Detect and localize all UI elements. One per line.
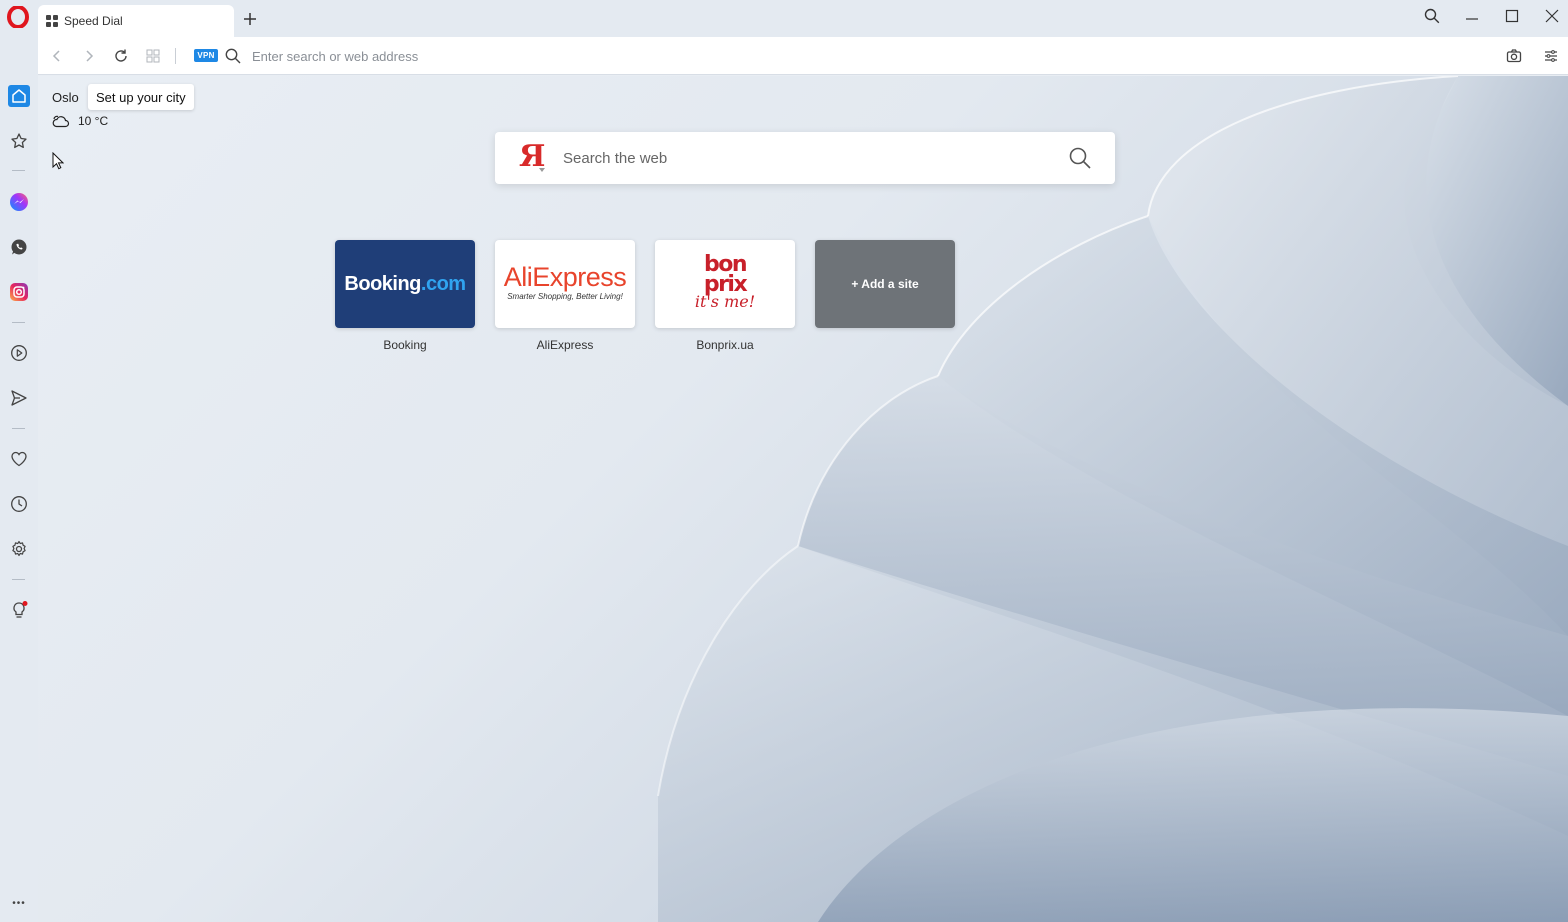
aliexpress-tagline: Smarter Shopping, Better Living! — [507, 292, 623, 301]
back-icon — [52, 50, 60, 62]
sidebar-item-tips[interactable] — [7, 598, 31, 622]
tips-bulb-icon — [13, 601, 28, 618]
weather-tooltip: Set up your city — [88, 84, 194, 110]
speed-dial-label-booking[interactable]: Booking — [335, 338, 475, 352]
speed-dial-tile-bonprix[interactable]: bon prix it's me! — [655, 240, 795, 328]
search-icon[interactable] — [1068, 146, 1092, 170]
close-icon — [1545, 9, 1559, 23]
heart-icon — [11, 451, 27, 467]
cloud-weather-icon — [52, 115, 70, 128]
history-icon — [11, 496, 27, 512]
window-search-button[interactable] — [1420, 6, 1444, 26]
search-icon — [225, 48, 241, 64]
speed-dial-tile-booking[interactable]: Booking.com — [335, 240, 475, 328]
add-site-label: + Add a site — [851, 277, 919, 291]
speed-dial-page: Oslo Set up your city 10 °C Я Booking.co… — [38, 76, 1568, 922]
sidebar-item-home[interactable] — [7, 84, 31, 108]
aliexpress-logo: AliExpress — [503, 262, 627, 292]
tab-speed-dial[interactable]: Speed Dial — [38, 5, 234, 37]
tabs-grid-button[interactable] — [143, 46, 163, 66]
bookmarks-icon — [11, 133, 27, 149]
booking-logo: Booking.com — [344, 272, 466, 295]
sidebar-item-player[interactable] — [7, 341, 31, 365]
search-icon — [1424, 8, 1440, 24]
reload-button[interactable] — [111, 46, 131, 66]
reload-icon — [115, 49, 127, 62]
sidebar: ••• — [0, 37, 38, 922]
forward-icon — [86, 50, 94, 62]
home-icon — [8, 85, 30, 107]
send-icon — [11, 390, 27, 406]
sidebar-item-bookmarks[interactable] — [7, 129, 31, 153]
sidebar-divider — [12, 428, 25, 429]
weather-temperature: 10 °C — [78, 114, 109, 128]
speed-dial-grid-icon — [46, 15, 58, 27]
sidebar-more-button[interactable]: ••• — [7, 891, 31, 915]
more-icon: ••• — [12, 897, 26, 909]
forward-button[interactable] — [79, 46, 99, 66]
opera-logo-icon[interactable] — [7, 6, 29, 28]
bonprix-logo-slogan: it's me! — [694, 292, 756, 311]
settings-icon — [12, 540, 26, 557]
minimize-icon — [1466, 18, 1478, 20]
easy-setup-button[interactable] — [1541, 46, 1561, 66]
camera-icon — [1506, 49, 1522, 63]
speed-dial-label-aliexpress[interactable]: AliExpress — [495, 338, 635, 352]
chevron-down-icon[interactable] — [539, 168, 545, 172]
vpn-badge[interactable]: VPN — [194, 49, 218, 62]
snapshot-button[interactable] — [1504, 46, 1524, 66]
add-site-button[interactable]: + Add a site — [815, 240, 955, 328]
new-tab-button[interactable] — [240, 9, 260, 29]
toolbar-divider — [175, 48, 176, 64]
sidebar-item-settings[interactable] — [7, 537, 31, 561]
weather-city[interactable]: Oslo — [52, 90, 79, 105]
sidebar-divider — [12, 579, 25, 580]
minimize-button[interactable] — [1460, 6, 1484, 26]
mouse-cursor-icon — [52, 152, 64, 170]
whatsapp-icon — [11, 239, 27, 255]
title-bar: Speed Dial — [0, 0, 1568, 37]
weather-info: 10 °C — [52, 114, 108, 128]
speed-dial-label-bonprix[interactable]: Bonprix.ua — [655, 338, 795, 352]
maximize-icon — [1505, 9, 1519, 23]
sidebar-item-messenger[interactable] — [7, 190, 31, 214]
sidebar-item-my-flow[interactable] — [7, 447, 31, 471]
sidebar-item-history[interactable] — [7, 492, 31, 516]
easy-setup-icon — [1545, 50, 1557, 62]
wallpaper — [657, 76, 1568, 922]
maximize-button[interactable] — [1500, 6, 1524, 26]
instagram-icon — [10, 283, 28, 301]
sidebar-item-whatsapp[interactable] — [7, 235, 31, 259]
address-bar: VPN — [38, 37, 1568, 75]
sidebar-item-instagram[interactable] — [7, 280, 31, 304]
sidebar-divider — [12, 170, 25, 171]
tab-title: Speed Dial — [64, 14, 123, 28]
address-input[interactable] — [252, 45, 1452, 67]
sidebar-item-send[interactable] — [7, 386, 31, 410]
back-button[interactable] — [47, 46, 67, 66]
sidebar-divider — [12, 322, 25, 323]
web-search-input[interactable] — [563, 146, 1043, 170]
messenger-icon — [10, 193, 28, 211]
web-search-box: Я — [495, 132, 1115, 184]
tabs-grid-icon — [146, 49, 160, 63]
close-window-button[interactable] — [1540, 6, 1564, 26]
player-icon — [11, 345, 27, 361]
speed-dial-tile-aliexpress[interactable]: AliExpress Smarter Shopping, Better Livi… — [495, 240, 635, 328]
